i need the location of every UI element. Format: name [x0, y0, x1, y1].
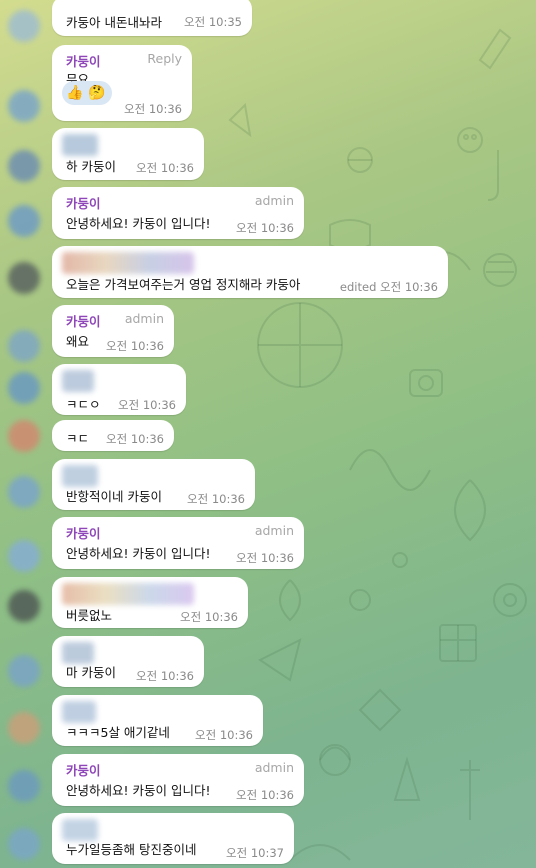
reply-label[interactable]: Reply — [147, 51, 182, 66]
thumbs-up-icon[interactable]: 👍 — [65, 83, 85, 103]
sender-name[interactable]: 카둥이 — [66, 760, 101, 779]
message-time: 오전 10:36 — [136, 161, 194, 175]
avatar[interactable] — [8, 205, 40, 237]
avatar[interactable] — [8, 372, 40, 404]
admin-badge: admin — [254, 193, 294, 208]
message-bubble[interactable]: ㅋㄷㅇ 오전 10:36 — [52, 364, 186, 415]
message-text: 카둥아 내돈내놔라 — [66, 15, 162, 30]
message-time: 오전 10:36 — [106, 339, 164, 353]
message-time: 오전 10:36 — [236, 788, 294, 802]
avatar[interactable] — [8, 90, 40, 122]
avatar[interactable] — [8, 420, 40, 452]
message-time: 오전 10:36 — [118, 398, 176, 412]
message-time: 오전 10:37 — [226, 846, 284, 860]
avatar[interactable] — [8, 262, 40, 294]
avatar[interactable] — [8, 712, 40, 744]
message-time: 오전 10:36 — [124, 102, 182, 116]
avatar[interactable] — [8, 150, 40, 182]
admin-badge: admin — [254, 523, 294, 538]
admin-badge: admin — [124, 311, 164, 326]
message-bubble[interactable]: ㅋㅋㅋ5살 애기같네 오전 10:36 — [52, 695, 263, 746]
message-time: 오전 10:35 — [184, 15, 242, 29]
message-time: 오전 10:36 — [187, 492, 245, 506]
message-time: 오전 10:36 — [236, 551, 294, 565]
admin-badge: admin — [254, 760, 294, 775]
message-time: 오전 10:36 — [106, 432, 164, 446]
avatar[interactable] — [8, 770, 40, 802]
message-time: 오전 10:36 — [195, 728, 253, 742]
avatar[interactable] — [8, 655, 40, 687]
message-bubble[interactable]: 오늘은 가격보여주는거 영업 정지해라 카둥아 edited 오전 10:36 — [52, 246, 448, 298]
blurred-sender-name — [62, 134, 98, 156]
reactions[interactable]: 👍 🤔 — [62, 81, 112, 105]
message-bubble[interactable]: 누가일등좀해 탕진중이네 오전 10:37 — [52, 813, 294, 864]
avatar[interactable] — [8, 10, 40, 42]
message-time: 오전 10:36 — [136, 669, 194, 683]
blurred-sender-name — [62, 370, 94, 392]
blurred-sender-name — [62, 465, 98, 487]
sender-name[interactable]: 카둥이 — [66, 311, 101, 330]
sender-name[interactable]: 카둥이 — [66, 193, 101, 212]
message-text: ㅋㄷ — [66, 431, 90, 446]
message-bubble[interactable]: 카둥이 admin 안녕하세요! 카둥이 입니다! 오전 10:36 — [52, 517, 304, 569]
avatar-column — [0, 0, 48, 868]
message-text: 오늘은 가격보여주는거 영업 정지해라 카둥아 — [66, 277, 301, 292]
message-bubble[interactable]: 버릇없노 오전 10:36 — [52, 577, 248, 628]
message-text: 하 카둥이 — [66, 159, 116, 174]
message-text: ㅋㄷㅇ — [66, 397, 101, 412]
blurred-sender-name — [62, 701, 96, 723]
message-text: 안녕하세요! 카둥이 입니다! — [66, 546, 211, 561]
avatar[interactable] — [8, 330, 40, 362]
message-text: 버릇없노 — [66, 608, 113, 623]
message-bubble[interactable]: 마 카둥이 오전 10:36 — [52, 636, 204, 687]
message-text: 안녕하세요! 카둥이 입니다! — [66, 216, 211, 231]
message-bubble[interactable]: 카둥이 admin 왜요 오전 10:36 — [52, 305, 174, 357]
message-text: 마 카둥이 — [66, 665, 116, 680]
message-time: 오전 10:36 — [180, 610, 238, 624]
message-bubble[interactable]: 카둥이 Reply 무요 👍 🤔 오전 10:36 — [52, 45, 192, 121]
blurred-sender-name — [62, 642, 94, 664]
message-bubble[interactable]: 카둥아 내돈내놔라 오전 10:35 — [52, 0, 252, 36]
message-text: ㅋㅋㅋ5살 애기같네 — [66, 725, 170, 740]
message-bubble[interactable]: 하 카둥이 오전 10:36 — [52, 128, 204, 180]
message-bubble[interactable]: 카둥이 admin 안녕하세요! 카둥이 입니다! 오전 10:36 — [52, 754, 304, 806]
message-time: edited 오전 10:36 — [339, 280, 438, 294]
sender-name[interactable]: 카둥이 — [66, 51, 101, 70]
message-text: 왜요 — [66, 334, 90, 349]
sender-name[interactable]: 카둥이 — [66, 523, 101, 542]
avatar[interactable] — [8, 828, 40, 860]
blurred-sender-name — [62, 819, 98, 841]
message-text: 안녕하세요! 카둥이 입니다! — [66, 783, 211, 798]
thinking-face-icon[interactable]: 🤔 — [87, 83, 107, 103]
avatar[interactable] — [8, 590, 40, 622]
avatar[interactable] — [8, 476, 40, 508]
blurred-sender-name — [62, 252, 194, 274]
message-bubble[interactable]: ㅋㄷ 오전 10:36 — [52, 420, 174, 451]
avatar[interactable] — [8, 540, 40, 572]
message-text: 누가일등좀해 탕진중이네 — [66, 842, 197, 857]
blurred-sender-name — [62, 583, 194, 605]
message-text: 반항적이네 카둥이 — [66, 489, 162, 504]
message-time: 오전 10:36 — [236, 221, 294, 235]
message-bubble[interactable]: 카둥이 admin 안녕하세요! 카둥이 입니다! 오전 10:36 — [52, 187, 304, 239]
message-bubble[interactable]: 반항적이네 카둥이 오전 10:36 — [52, 459, 255, 510]
